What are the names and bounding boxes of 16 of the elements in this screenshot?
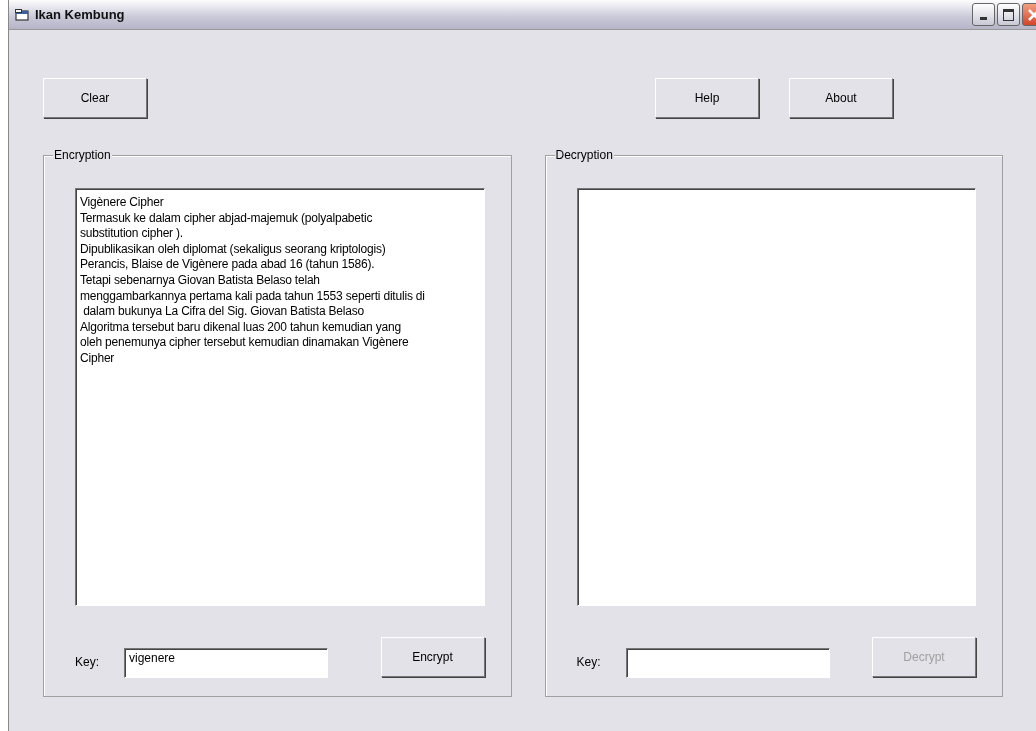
key-label: Key: bbox=[576, 655, 602, 669]
maximize-button[interactable] bbox=[997, 3, 1020, 26]
text-area[interactable]: Vigènere Cipher Termasuk ke dalam cipher abjad-majemuk (polyalpabetic substitution cipher ). Dipublikasikan oleh diplomat (sekaligus seorang kriptologis) Perancis, Blaise de Vigènere pada abad 16 (tahun 1586). Tetapi sebenarnya Giovan Batista Belaso telah menggambarkannya pertama kali pada tahun 1553 seperti ditulis di dalam bukunya La Cifra del Sig. Giovan Batista Belaso Algoritma tersebut baru dikenal luas 200 tahun kemudian yang oleh penemunya cipher tersebut kemudian dinamakan Vigènere Cipher bbox=[75, 188, 485, 606]
close-icon bbox=[1026, 7, 1036, 22]
action-button[interactable]: Encrypt bbox=[380, 637, 485, 677]
toolbar-button[interactable]: Clear bbox=[43, 78, 147, 118]
window-title: Ikan Kembung bbox=[35, 7, 125, 22]
key-label: Key: bbox=[75, 655, 100, 669]
key-field[interactable]: vigenere bbox=[124, 648, 328, 678]
minimize-button[interactable] bbox=[972, 3, 995, 26]
toolbar-button[interactable]: Help bbox=[655, 78, 759, 118]
key-field[interactable] bbox=[625, 648, 830, 678]
window-icon bbox=[15, 8, 29, 21]
group-title: Decryption bbox=[554, 148, 614, 162]
toolbar-button[interactable]: About bbox=[789, 78, 893, 118]
group-title: Encryption bbox=[53, 148, 112, 162]
